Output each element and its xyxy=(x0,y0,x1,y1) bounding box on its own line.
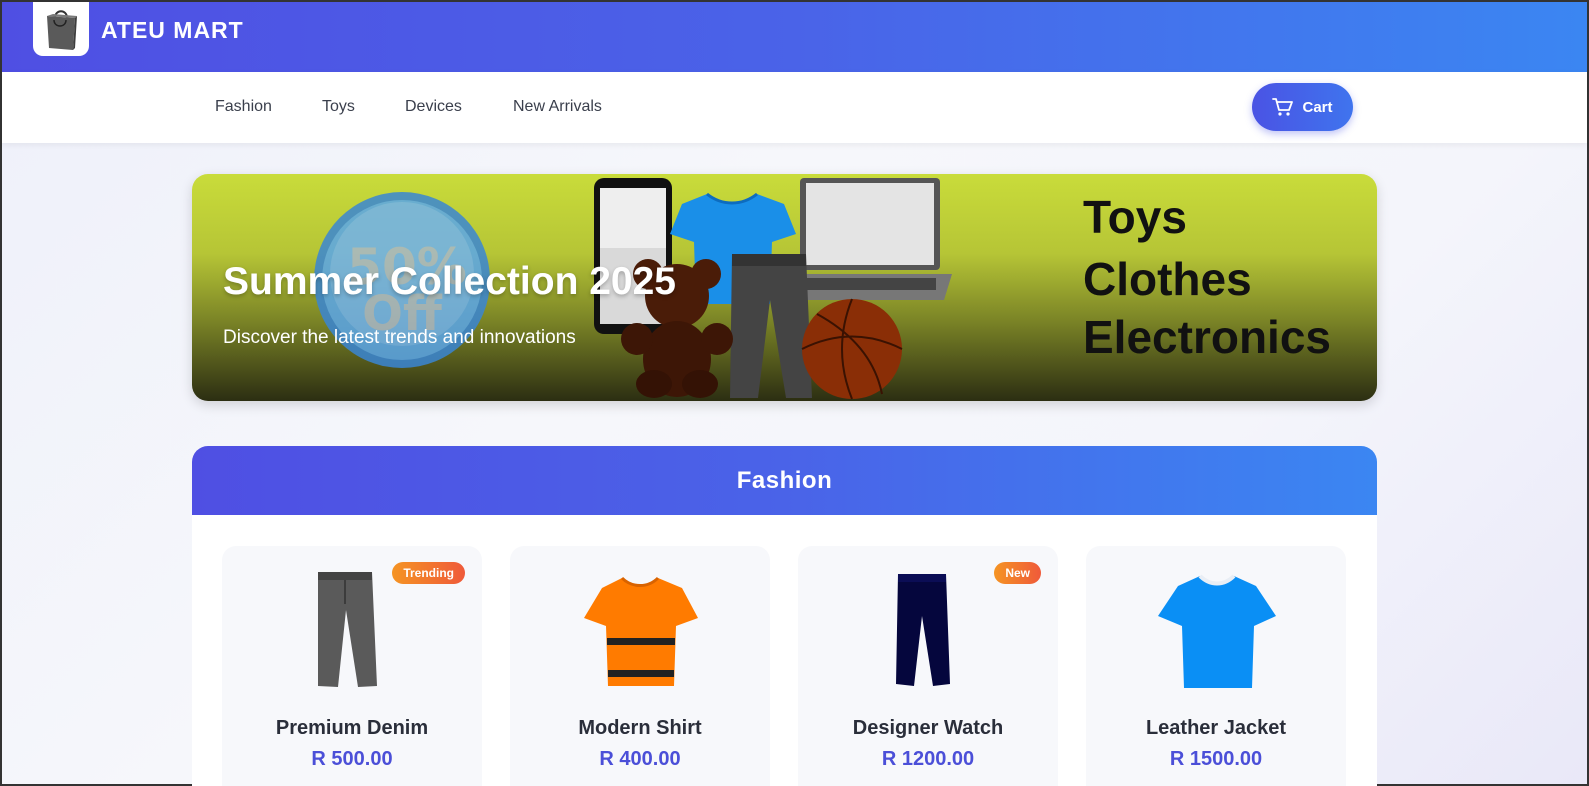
hero-category-clothes: Clothes xyxy=(1083,253,1252,305)
section-heading: Fashion xyxy=(192,446,1377,515)
logo[interactable] xyxy=(33,2,89,56)
orange-shirt-icon xyxy=(584,576,698,686)
hero-subtitle: Discover the latest trends and innovatio… xyxy=(223,327,576,348)
product-badge: New xyxy=(994,562,1041,584)
section-title: Fashion xyxy=(736,466,833,494)
nav-link-toys[interactable]: Toys xyxy=(322,98,355,116)
product-badge: Trending xyxy=(392,562,465,584)
brand-name: ATEU MART xyxy=(101,17,244,43)
hero-title: Summer Collection 2025 xyxy=(223,260,676,303)
product-name: Leather Jacket xyxy=(1145,717,1287,739)
blue-tshirt-icon xyxy=(1158,574,1276,688)
hero-category-electronics: Electronics xyxy=(1083,311,1331,363)
product-price: R 1200.00 xyxy=(881,748,975,770)
product-card[interactable]: New Designer Watch R 1200.00 xyxy=(798,546,1058,786)
product-card[interactable]: Modern Shirt R 400.00 xyxy=(510,546,770,786)
laptop-graphic xyxy=(788,178,952,300)
hero-category-toys: Toys xyxy=(1083,191,1187,243)
product-card[interactable]: Trending Premium Denim R 500.00 xyxy=(222,546,482,786)
pants-graphic xyxy=(730,254,812,398)
product-price: R 400.00 xyxy=(599,748,681,770)
product-name: Premium Denim xyxy=(275,717,429,739)
fashion-section: Fashion Trending Premium Denim R 500.00 … xyxy=(192,446,1377,786)
cart-button[interactable]: Cart xyxy=(1252,83,1353,131)
nav-link-devices[interactable]: Devices xyxy=(405,98,462,116)
top-bar: ATEU MART xyxy=(2,2,1587,72)
nav-link-new-arrivals[interactable]: New Arrivals xyxy=(513,98,602,116)
shopping-bag-icon xyxy=(47,10,77,50)
cart-label: Cart xyxy=(1302,98,1333,116)
hero-banner[interactable]: 50% Off Summer Collection 2025 Discover … xyxy=(192,174,1377,401)
product-price: R 500.00 xyxy=(311,748,393,770)
nav-link-fashion[interactable]: Fashion xyxy=(215,98,272,116)
product-name: Designer Watch xyxy=(852,717,1004,739)
basketball-graphic xyxy=(801,298,903,400)
product-card[interactable]: Leather Jacket R 1500.00 xyxy=(1086,546,1346,786)
cart-icon xyxy=(1272,98,1294,116)
product-name: Modern Shirt xyxy=(578,717,702,739)
product-price: R 1500.00 xyxy=(1169,748,1263,770)
nav-bar: Fashion Toys Devices New Arrivals Cart xyxy=(2,72,1587,143)
